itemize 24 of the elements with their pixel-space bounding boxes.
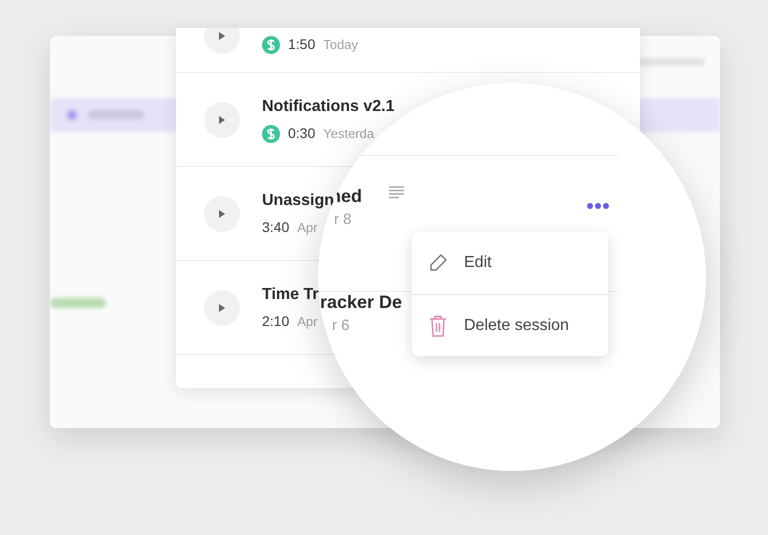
menu-item[interactable]: Delete session: [412, 294, 608, 356]
play-icon: [219, 210, 225, 218]
session-title: racker De: [320, 291, 402, 314]
play-button[interactable]: [204, 28, 240, 54]
pencil-icon: [428, 253, 448, 273]
trash-icon: [429, 314, 447, 336]
more-icon[interactable]: [587, 203, 609, 209]
play-icon: [219, 32, 225, 40]
duration: 2:10: [262, 312, 290, 331]
session-date: Today: [323, 36, 358, 54]
play-icon: [219, 116, 225, 124]
duration: 1:50: [288, 35, 316, 54]
session-date: Apr: [297, 312, 318, 331]
menu-item[interactable]: Edit: [412, 232, 608, 294]
session-title: Time Tr: [262, 285, 319, 305]
session-title: Notifications v2.1: [262, 97, 394, 117]
duration: 0:30: [288, 124, 316, 143]
notes-icon: [389, 186, 404, 199]
session-date: r 6: [332, 316, 350, 336]
session-date: Yesterda: [323, 124, 374, 143]
play-icon: [219, 304, 225, 312]
session-date: r 8: [334, 210, 352, 230]
duration: 3:40: [262, 218, 290, 237]
session-date: Apr: [297, 218, 318, 237]
